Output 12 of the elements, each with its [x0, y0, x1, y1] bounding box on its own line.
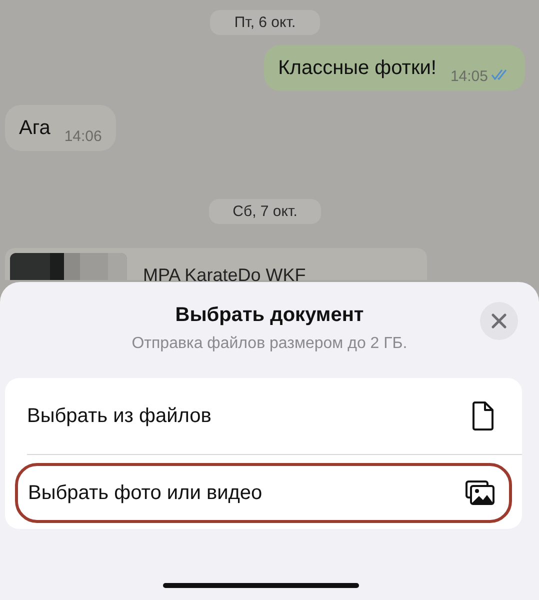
close-icon — [491, 313, 507, 329]
message-bubble: Ага 14:06 — [5, 105, 116, 151]
message-bubble: Классные фотки! 14:05 — [264, 45, 525, 91]
document-icon — [472, 401, 494, 431]
file-message: MPA KarateDo WKF — [5, 248, 427, 280]
sheet-title: Выбрать документ — [175, 304, 364, 327]
date-label: Пт, 6 окт. — [210, 10, 320, 35]
sheet-subtitle: Отправка файлов размером до 2 ГБ. — [132, 335, 408, 353]
date-label: Сб, 7 окт. — [208, 199, 322, 224]
option-button[interactable]: Выбрать фото или видео — [15, 463, 512, 523]
photos-icon — [465, 480, 495, 506]
close-button[interactable] — [480, 302, 518, 340]
